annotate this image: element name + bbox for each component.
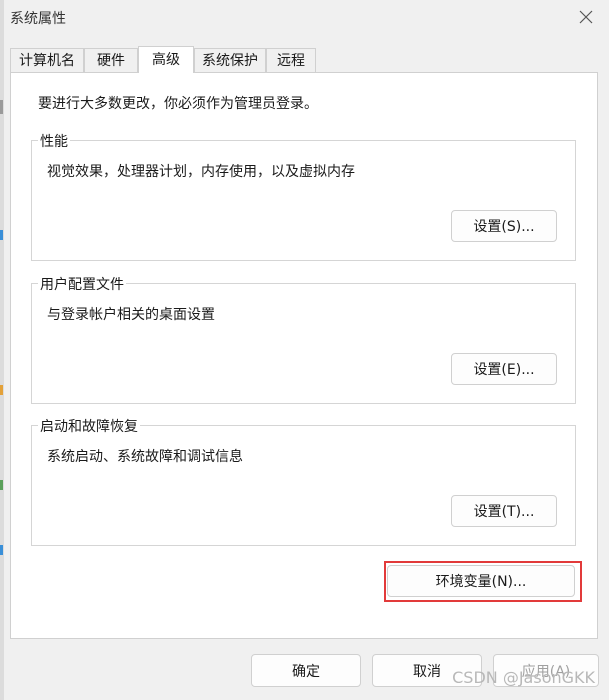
startup-recovery-label: 启动和故障恢复 bbox=[38, 416, 140, 436]
user-profiles-label: 用户配置文件 bbox=[38, 274, 126, 294]
title-bar: 系统属性 bbox=[0, 0, 609, 34]
watermark: CSDN @JasonGKK bbox=[452, 668, 595, 687]
tab-computer-name[interactable]: 计算机名 bbox=[10, 48, 84, 72]
close-icon bbox=[579, 10, 593, 24]
startup-recovery-settings-button[interactable]: 设置(T)... bbox=[451, 495, 557, 527]
startup-recovery-description: 系统启动、系统故障和调试信息 bbox=[47, 449, 243, 465]
tab-system-protection[interactable]: 系统保护 bbox=[194, 48, 266, 72]
user-profiles-group bbox=[31, 283, 576, 404]
performance-description: 视觉效果，处理器计划，内存使用，以及虚拟内存 bbox=[47, 164, 355, 180]
performance-label: 性能 bbox=[38, 131, 70, 151]
admin-notice: 要进行大多数更改，你必须作为管理员登录。 bbox=[38, 96, 318, 112]
user-profiles-settings-button[interactable]: 设置(E)... bbox=[451, 353, 557, 385]
desktop-edge bbox=[0, 0, 4, 700]
close-button[interactable] bbox=[563, 0, 609, 34]
user-profiles-description: 与登录帐户相关的桌面设置 bbox=[47, 307, 215, 323]
environment-variables-button[interactable]: 环境变量(N)... bbox=[387, 565, 575, 597]
performance-group bbox=[31, 140, 576, 261]
tab-hardware[interactable]: 硬件 bbox=[84, 48, 138, 72]
performance-settings-button[interactable]: 设置(S)... bbox=[451, 210, 557, 242]
startup-recovery-group bbox=[31, 425, 576, 546]
tab-advanced[interactable]: 高级 bbox=[138, 46, 194, 73]
ok-button[interactable]: 确定 bbox=[251, 654, 361, 687]
tab-remote[interactable]: 远程 bbox=[266, 48, 316, 72]
window-title: 系统属性 bbox=[10, 11, 66, 27]
